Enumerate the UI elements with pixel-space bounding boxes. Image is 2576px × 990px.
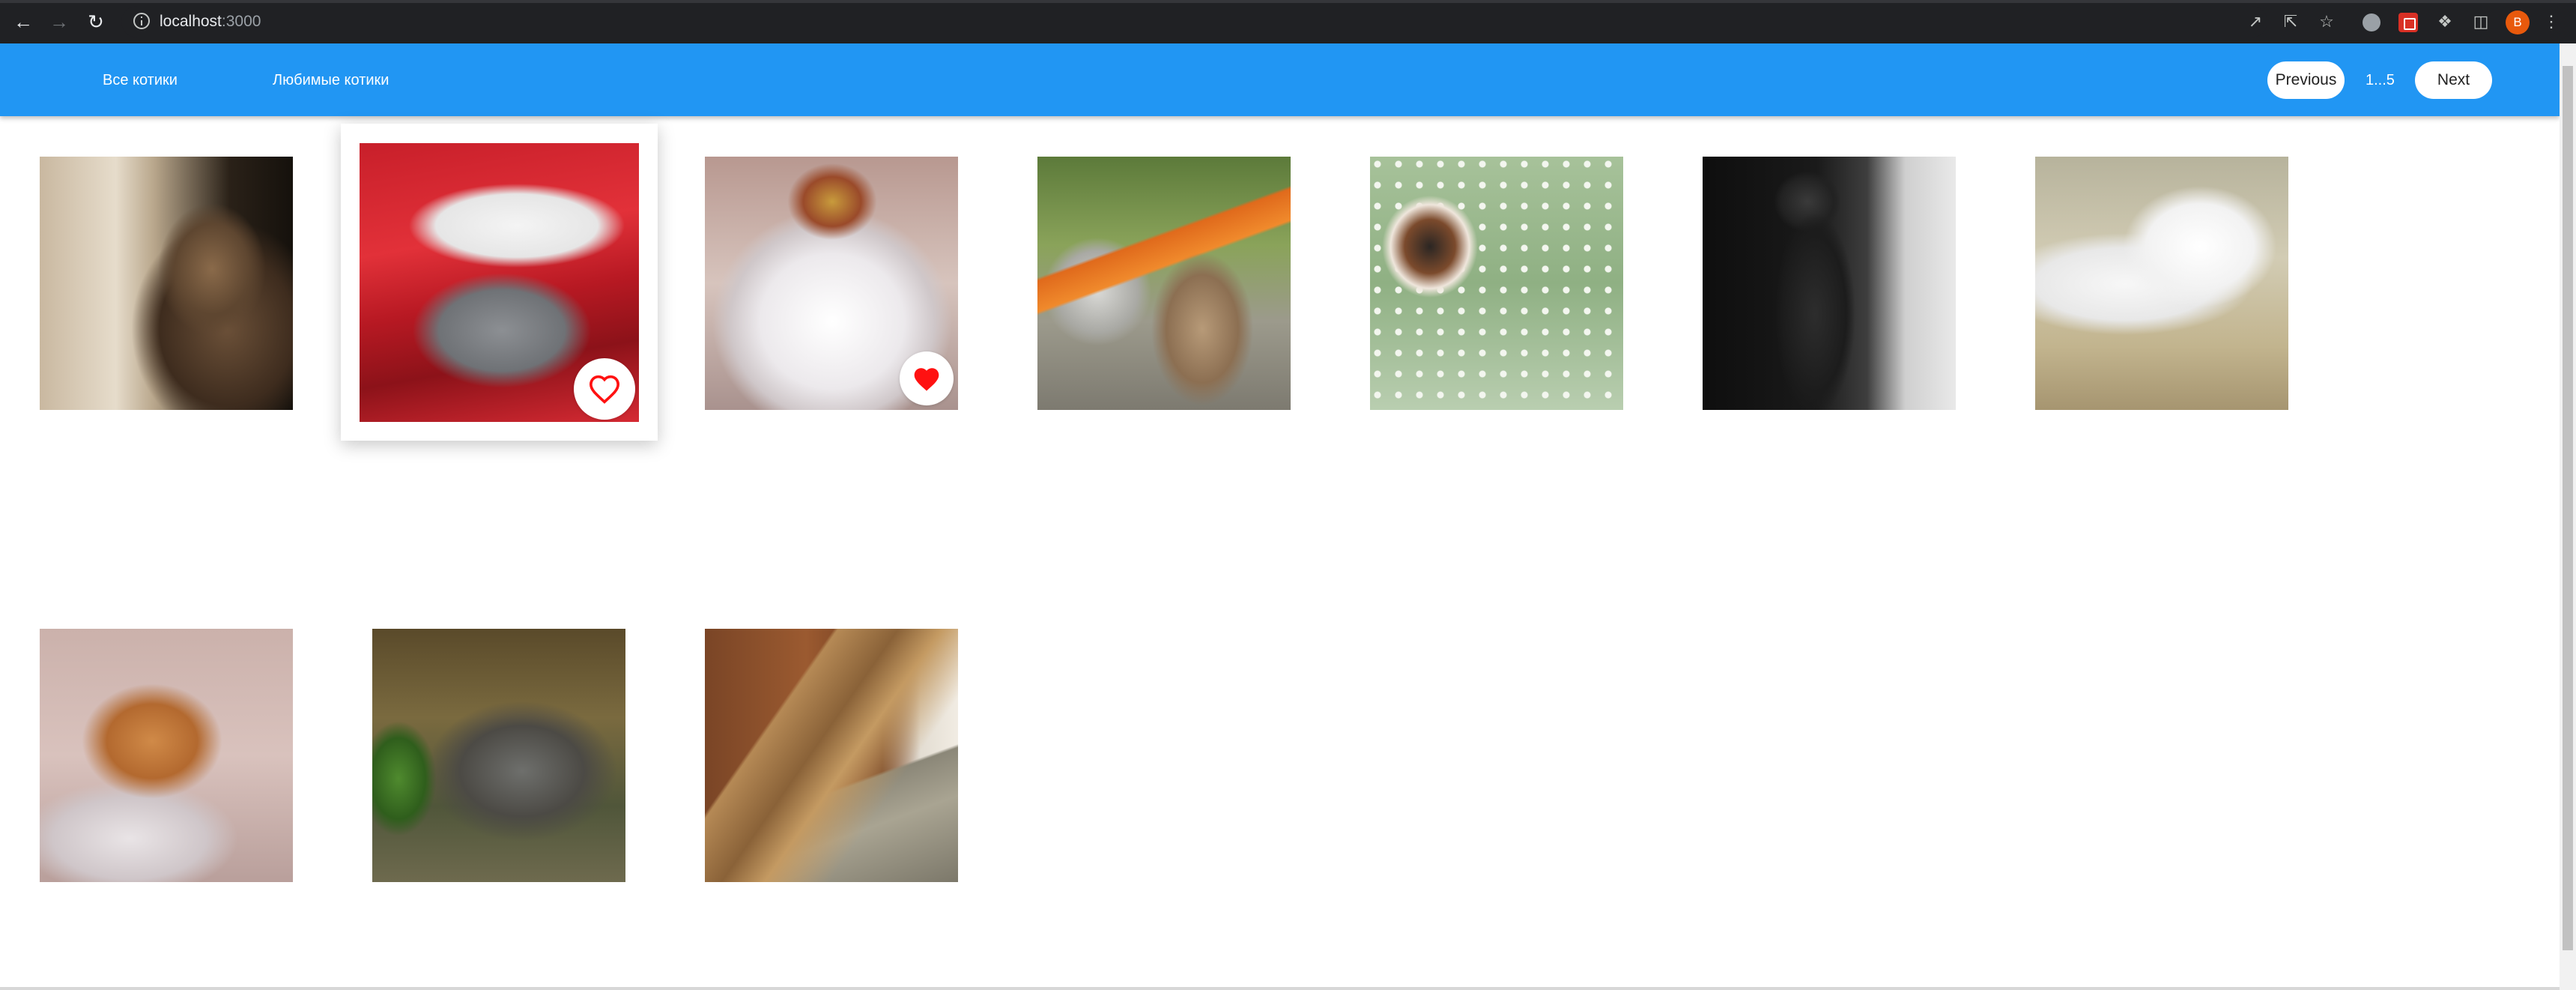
bookmark-star-icon[interactable]: ☆: [2316, 11, 2337, 32]
cat-photo: [1703, 157, 1956, 410]
previous-button[interactable]: Previous: [2267, 61, 2345, 99]
cat-card[interactable]: [1370, 157, 1623, 410]
cat-card-hovered[interactable]: [341, 124, 658, 441]
next-button[interactable]: Next: [2415, 61, 2492, 99]
nav-favorite-cats[interactable]: Любимые котики: [273, 70, 389, 90]
forward-arrow-icon[interactable]: →: [46, 9, 72, 34]
cat-card[interactable]: [372, 629, 625, 882]
url-text[interactable]: localhost:3000: [160, 11, 261, 32]
cat-card[interactable]: [40, 157, 293, 410]
cat-photo: [1370, 157, 1623, 410]
url-host: localhost: [160, 13, 222, 30]
favorite-toggle-button[interactable]: [900, 351, 954, 405]
cat-photo: [705, 629, 958, 882]
extensions-puzzle-icon[interactable]: ❖: [2434, 11, 2455, 32]
cat-card[interactable]: [705, 629, 958, 882]
favorite-toggle-button[interactable]: [574, 358, 635, 420]
address-bar[interactable]: [121, 6, 2267, 37]
app-header: Все котики Любимые котики Previous 1...5…: [0, 43, 2560, 116]
scrollbar-thumb[interactable]: [2563, 66, 2573, 950]
page-scrollbar[interactable]: [2560, 43, 2576, 990]
nav-all-cats[interactable]: Все котики: [103, 70, 178, 90]
share-icon[interactable]: ⇱: [2280, 11, 2301, 32]
site-info-icon[interactable]: [133, 13, 150, 29]
page-range: 1...5: [2366, 72, 2395, 88]
page-bottom-edge: [0, 987, 2560, 990]
open-in-new-icon[interactable]: ↗: [2245, 11, 2266, 32]
cat-card[interactable]: [1037, 157, 1291, 410]
reload-icon[interactable]: ↻: [83, 9, 109, 34]
profile-avatar[interactable]: B: [2506, 10, 2530, 34]
cat-photo: [1037, 157, 1291, 410]
cat-photo: [40, 629, 293, 882]
browser-toolbar: ← → ↻ localhost:3000 ↗ ⇱ ☆ ❖ ◫ B ⋮: [0, 0, 2576, 43]
tab-strip-edge: [0, 0, 2576, 3]
cat-card[interactable]: [1703, 157, 1956, 410]
heart-filled-icon: [914, 368, 939, 391]
cat-card[interactable]: [705, 157, 958, 410]
extension-globe-icon[interactable]: [2363, 13, 2380, 31]
cat-photo: [2035, 157, 2288, 410]
cat-card[interactable]: [40, 629, 293, 882]
cat-card[interactable]: [2035, 157, 2288, 410]
menu-kebab-icon[interactable]: ⋮: [2541, 11, 2562, 32]
cat-photo: [372, 629, 625, 882]
back-arrow-icon[interactable]: ←: [10, 9, 36, 34]
extension-red-icon[interactable]: [2398, 13, 2418, 32]
url-port: :3000: [221, 13, 261, 30]
side-panel-icon[interactable]: ◫: [2470, 11, 2491, 32]
heart-outline-icon: [589, 375, 620, 404]
cat-photo: [40, 157, 293, 410]
